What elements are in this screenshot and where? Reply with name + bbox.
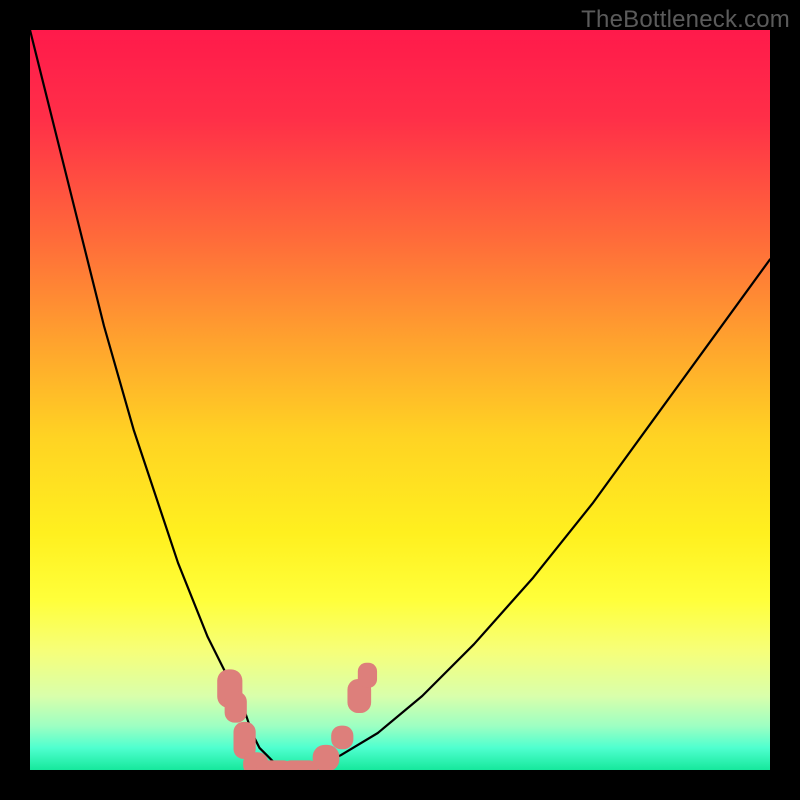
chart-background xyxy=(30,30,770,770)
chart-frame: TheBottleneck.com xyxy=(0,0,800,800)
data-marker xyxy=(331,726,353,750)
chart-canvas xyxy=(30,30,770,770)
data-marker xyxy=(225,692,247,723)
data-marker xyxy=(282,760,318,770)
data-marker xyxy=(358,663,377,688)
data-marker xyxy=(313,745,340,770)
